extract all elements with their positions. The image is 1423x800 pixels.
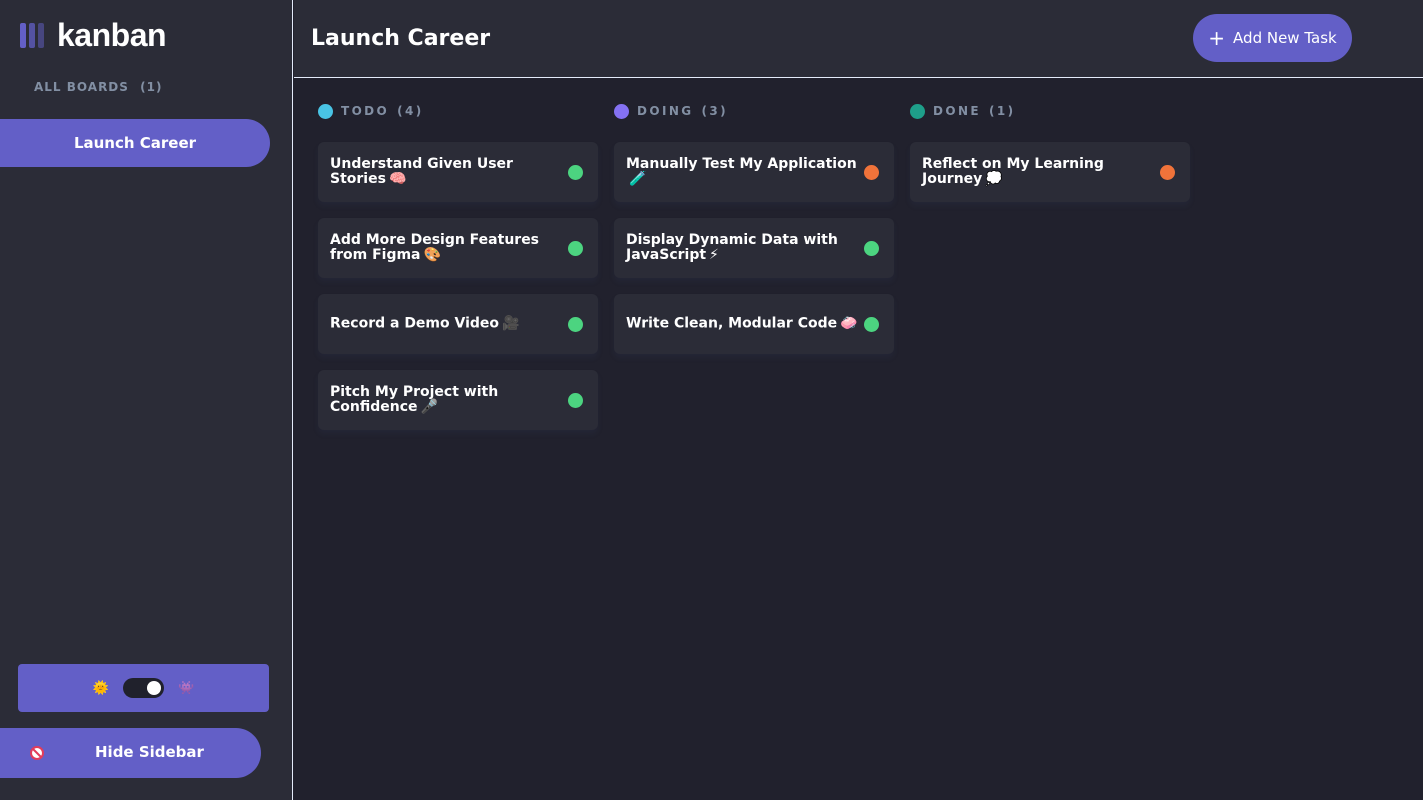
task-title: Reflect on My Learning Journey 💭	[922, 156, 1104, 187]
hide-sidebar-label: Hide Sidebar	[95, 743, 204, 761]
task-title: Understand Given User Stories 🧠	[330, 156, 513, 187]
task-title: Record a Demo Video 🎥	[330, 315, 520, 332]
palette-icon: 🎨	[423, 247, 441, 263]
soap-icon: 🧼	[840, 315, 858, 332]
hide-sidebar-button[interactable]: Hide Sidebar	[0, 728, 261, 778]
thought-bubble-icon: 💭	[985, 171, 1003, 187]
status-dot	[864, 165, 879, 180]
column-header: DONE (1)	[910, 102, 1190, 120]
column-done: DONE (1) Reflect on My Learning Journey 💭	[910, 102, 1190, 218]
kanban-logo-icon	[20, 22, 44, 48]
logo: kanban	[20, 16, 167, 53]
column-name: DONE	[933, 104, 982, 118]
all-boards-label: ALL BOARDS	[34, 80, 129, 94]
microphone-icon: 🎤	[420, 399, 438, 415]
task-card[interactable]: Add More Design Features from Figma 🎨	[318, 218, 598, 278]
test-tube-icon: 🧪	[629, 171, 647, 187]
logo-text: kanban	[57, 16, 167, 53]
task-card[interactable]: Record a Demo Video 🎥	[318, 294, 598, 354]
kanban-app: kanban ALL BOARDS (1) Launch Career 🌞 👾 …	[0, 0, 1423, 800]
column-count: (1)	[989, 104, 1016, 118]
status-dot	[864, 241, 879, 256]
status-dot	[568, 165, 583, 180]
column-todo: TODO (4) Understand Given User Stories 🧠 …	[318, 102, 598, 446]
add-new-task-label: Add New Task	[1233, 29, 1337, 47]
task-title: Display Dynamic Data with JavaScript ⚡	[626, 232, 838, 263]
column-count: (3)	[701, 104, 729, 118]
alien-monster-icon: 👾	[178, 680, 195, 696]
all-boards-count: (1)	[140, 80, 163, 94]
lightning-icon: ⚡	[709, 247, 719, 263]
column-header: DOING (3)	[614, 102, 894, 120]
task-card[interactable]: Pitch My Project with Confidence 🎤	[318, 370, 598, 430]
card-list: Reflect on My Learning Journey 💭	[910, 142, 1190, 202]
column-color-dot	[318, 103, 333, 119]
header: Launch Career + Add New Task	[294, 0, 1423, 78]
card-list: Understand Given User Stories 🧠 Add More …	[318, 142, 598, 430]
column-name: DOING	[637, 104, 694, 118]
column-name: TODO	[341, 104, 390, 118]
task-card[interactable]: Display Dynamic Data with JavaScript ⚡	[614, 218, 894, 278]
status-dot	[568, 317, 583, 332]
sidebar-item-launch-career[interactable]: Launch Career	[0, 119, 270, 167]
sidebar: kanban ALL BOARDS (1) Launch Career 🌞 👾 …	[0, 0, 293, 800]
theme-switch[interactable]	[123, 678, 164, 698]
status-dot	[1160, 165, 1175, 180]
column-color-dot	[614, 103, 629, 119]
all-boards-heading: ALL BOARDS (1)	[34, 80, 162, 94]
theme-toggle-panel: 🌞 👾	[18, 664, 269, 712]
task-title: Manually Test My Application🧪	[626, 156, 857, 187]
video-camera-icon: 🎥	[502, 315, 520, 332]
column-doing: DOING (3) Manually Test My Application🧪 …	[614, 102, 894, 370]
task-card[interactable]: Understand Given User Stories 🧠	[318, 142, 598, 202]
task-title: Write Clean, Modular Code 🧼	[626, 315, 858, 332]
plus-icon: +	[1208, 26, 1226, 50]
brain-icon: 🧠	[388, 171, 407, 187]
theme-switch-knob	[147, 681, 161, 695]
task-title: Add More Design Features from Figma 🎨	[330, 232, 540, 263]
task-card[interactable]: Reflect on My Learning Journey 💭	[910, 142, 1190, 202]
no-entry-icon	[30, 746, 44, 760]
column-header: TODO (4)	[318, 102, 598, 120]
task-title: Pitch My Project with Confidence 🎤	[330, 384, 499, 415]
task-card[interactable]: Write Clean, Modular Code 🧼	[614, 294, 894, 354]
add-new-task-button[interactable]: + Add New Task	[1193, 14, 1352, 62]
task-card[interactable]: Manually Test My Application🧪	[614, 142, 894, 202]
status-dot	[568, 393, 583, 408]
status-dot	[864, 317, 879, 332]
status-dot	[568, 241, 583, 256]
column-count: (4)	[397, 104, 424, 118]
column-color-dot	[910, 103, 925, 119]
page-title: Launch Career	[311, 26, 491, 51]
sun-icon: 🌞	[92, 680, 109, 696]
card-list: Manually Test My Application🧪 Display Dy…	[614, 142, 894, 354]
